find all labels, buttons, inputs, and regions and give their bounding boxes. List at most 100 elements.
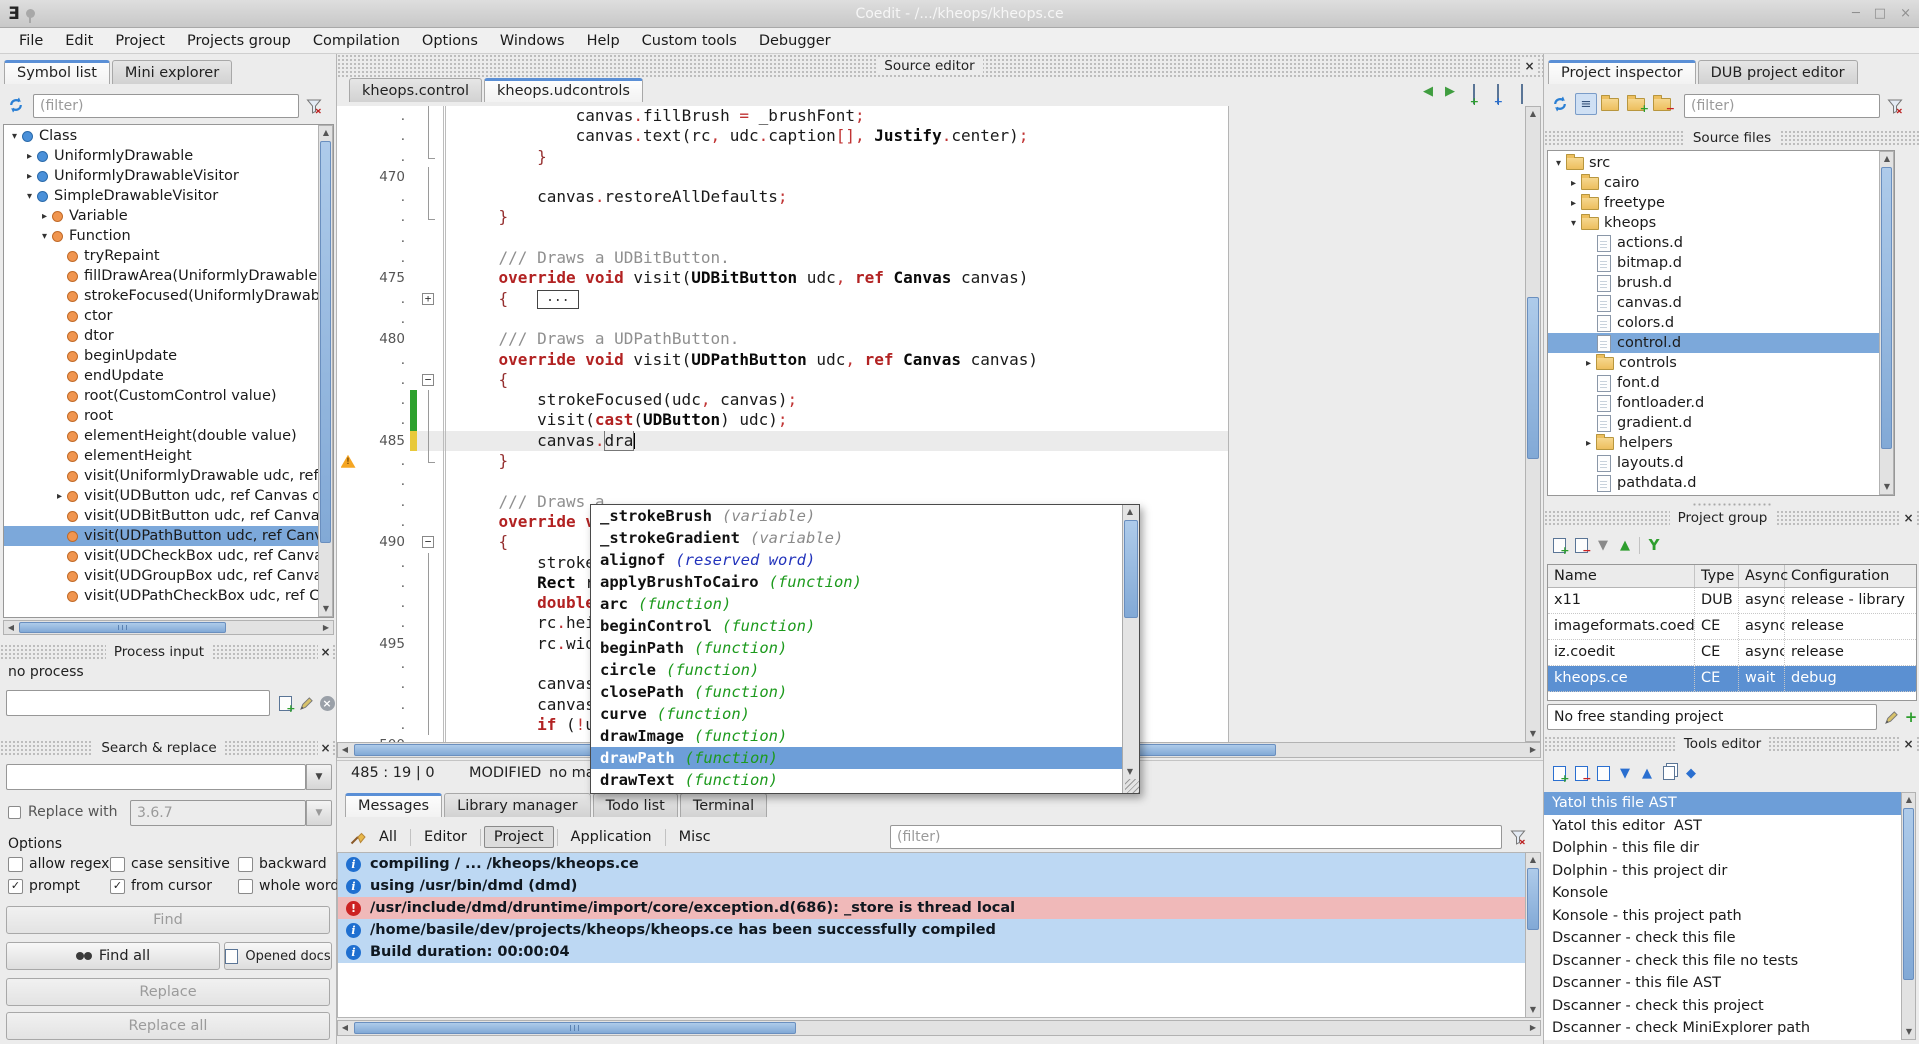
scroll-left-icon[interactable]: ◀ <box>338 1021 352 1035</box>
add-folder-icon[interactable]: + <box>1627 93 1649 115</box>
replace-combo[interactable]: 3.6.7 <box>130 800 306 826</box>
scroll-up-icon[interactable]: ▲ <box>319 126 333 140</box>
pin-tool-icon[interactable]: ◆ <box>1680 762 1702 784</box>
symbol-tree-item[interactable]: ▸UniformlyDrawable <box>4 146 318 166</box>
code-line[interactable]: 480 /// Draws a UDPathButton. <box>337 329 1228 349</box>
scroll-up-icon[interactable]: ▲ <box>1123 505 1137 519</box>
move-tool-up-icon[interactable]: ▲ <box>1636 762 1658 784</box>
code-line[interactable]: . canvas.text(rc, udc.caption[], Justify… <box>337 126 1228 146</box>
pen-icon[interactable] <box>295 692 317 714</box>
code-line[interactable]: !. } <box>337 451 1228 471</box>
completion-item[interactable]: _strokeGradient(variable) <box>591 527 1122 549</box>
collapse-icon[interactable]: ▾ <box>38 231 51 242</box>
menu-debugger[interactable]: Debugger <box>748 30 842 52</box>
scroll-up-icon[interactable]: ▲ <box>1880 152 1894 166</box>
tab-terminal[interactable]: Terminal <box>680 793 767 817</box>
menu-custom-tools[interactable]: Custom tools <box>631 30 748 52</box>
source-files-header[interactable]: Source files <box>1544 130 1919 146</box>
expand-icon[interactable]: ▸ <box>1582 358 1595 369</box>
scroll-right-icon[interactable]: ▶ <box>1526 1021 1540 1035</box>
move-project-up-icon[interactable]: ▲ <box>1614 534 1636 556</box>
scroll-down-icon[interactable]: ▼ <box>1880 480 1894 494</box>
messages-filter-input[interactable] <box>890 825 1502 849</box>
symbol-tree-vscrollbar[interactable]: ▲ ▼ <box>318 125 333 617</box>
option-allow-regex[interactable]: allow regex <box>8 856 109 872</box>
close-source-editor-icon[interactable]: × <box>1522 59 1537 74</box>
expand-icon[interactable]: ▸ <box>53 491 66 502</box>
message-row[interactable]: i/home/basile/dev/projects/kheops/kheops… <box>338 919 1525 941</box>
minimize-button[interactable]: ─ <box>1852 6 1860 21</box>
project-row[interactable]: kheops.ceCEwaitdebug <box>1548 666 1916 692</box>
file-tree-item[interactable]: gradient.d <box>1548 413 1879 433</box>
search-input[interactable] <box>6 764 306 790</box>
remove-folder-icon[interactable]: − <box>1653 93 1675 115</box>
expand-icon[interactable]: ▸ <box>23 151 36 162</box>
file-tree-item[interactable]: control.d <box>1548 333 1879 353</box>
message-row[interactable]: !/usr/include/dmd/druntime/import/core/e… <box>338 897 1525 919</box>
symbol-tree-item[interactable]: visit(UniformlyDrawable udc, ref C <box>4 466 318 486</box>
completion-item[interactable]: closePath(function) <box>591 681 1122 703</box>
symbol-tree-item[interactable]: ▸visit(UDButton udc, ref Canvas can <box>4 486 318 506</box>
fold-toggle-icon[interactable]: − <box>422 536 434 548</box>
tab-symbol-list[interactable]: Symbol list <box>4 60 110 84</box>
file-tree-item[interactable]: ▸controls <box>1548 353 1879 373</box>
scroll-thumb[interactable] <box>354 1022 796 1034</box>
symbol-tree-item[interactable]: elementHeight <box>4 446 318 466</box>
option-backward[interactable]: backward <box>238 856 327 872</box>
symbol-tree-item[interactable]: fillDrawArea(UniformlyDrawable ud <box>4 266 318 286</box>
tool-item[interactable]: Konsole - this project path <box>1544 905 1901 928</box>
edit-free-standing-icon[interactable] <box>1880 706 1902 728</box>
popup-scrollbar[interactable]: ▲ ▼ <box>1122 505 1139 793</box>
scroll-down-icon[interactable]: ▼ <box>319 602 333 616</box>
message-row[interactable]: icompiling / ... /kheops/kheops.ce <box>338 853 1525 875</box>
files-tree-vscrollbar[interactable]: ▲ ▼ <box>1879 151 1894 495</box>
symbol-tree-item[interactable]: beginUpdate <box>4 346 318 366</box>
scroll-left-icon[interactable]: ◀ <box>338 743 352 757</box>
menu-edit[interactable]: Edit <box>54 30 104 52</box>
project-group-header[interactable]: Project group × <box>1544 510 1919 526</box>
code-line[interactable]: . <box>337 309 1228 329</box>
scroll-right-icon[interactable]: ▶ <box>319 621 333 635</box>
project-row[interactable]: iz.coeditCEasyncrelease <box>1548 640 1916 666</box>
code-line[interactable]: . canvas.fillBrush = _brushFont; <box>337 106 1228 126</box>
process-input-header[interactable]: Process input × <box>0 644 337 660</box>
scroll-up-icon[interactable]: ▲ <box>1526 107 1540 121</box>
async-mode-icon[interactable]: Y <box>1643 534 1665 556</box>
scroll-down-icon[interactable]: ▼ <box>1123 765 1137 779</box>
close-process-input-icon[interactable]: × <box>318 645 333 660</box>
file-tree-item[interactable]: layouts.d <box>1548 453 1879 473</box>
symbol-tree-item[interactable]: visit(UDPathCheckBox udc, ref Can <box>4 586 318 606</box>
search-dropdown-icon[interactable]: ▼ <box>306 764 332 790</box>
file-tree-item[interactable]: ▾src <box>1548 153 1879 173</box>
tool-item[interactable]: Dscanner - check MiniExplorer path <box>1544 1017 1901 1040</box>
collapse-tree-icon[interactable]: ≡ <box>1575 93 1597 115</box>
resize-grip[interactable] <box>1125 779 1139 793</box>
clear-messages-icon[interactable] <box>347 826 369 848</box>
symbol-tree-item[interactable]: root <box>4 406 318 426</box>
refresh-icon[interactable] <box>1549 93 1571 115</box>
completion-item[interactable]: alignof(reserved word) <box>591 549 1122 571</box>
symbol-tree-item[interactable]: ▸Variable <box>4 206 318 226</box>
completion-item[interactable]: _strokeBrush(variable) <box>591 505 1122 527</box>
open-doc-icon[interactable]: + <box>1497 84 1499 104</box>
menu-windows[interactable]: Windows <box>489 30 576 52</box>
message-row[interactable]: iusing /usr/bin/dmd (dmd) <box>338 875 1525 897</box>
expand-icon[interactable]: ▸ <box>1567 198 1580 209</box>
option-whole-word[interactable]: whole word <box>238 878 339 894</box>
option-prompt[interactable]: ✓prompt <box>8 878 80 894</box>
symbol-tree-item[interactable]: ▸UniformlyDrawableVisitor <box>4 166 318 186</box>
tool-item[interactable]: Dscanner - check this file <box>1544 927 1901 950</box>
files-filter-input[interactable] <box>1684 94 1880 118</box>
symbol-tree-item[interactable]: visit(UDGroupBox udc, ref Canvas c <box>4 566 318 586</box>
file-tree-item[interactable]: fontloader.d <box>1548 393 1879 413</box>
file-tree-item[interactable]: bitmap.d <box>1548 253 1879 273</box>
scroll-down-icon[interactable]: ▼ <box>1526 1003 1540 1017</box>
expand-icon[interactable]: ▸ <box>23 171 36 182</box>
fold-toggle-icon[interactable]: + <box>422 293 434 305</box>
messages-filter-icon[interactable] <box>1507 826 1529 848</box>
symbol-filter-input[interactable] <box>33 94 299 118</box>
symbol-tree-hscrollbar[interactable]: ◀ ▶ <box>3 620 334 635</box>
scroll-thumb[interactable] <box>1527 297 1539 459</box>
completion-item[interactable]: arc(function) <box>591 593 1122 615</box>
symbol-tree-item[interactable]: visit(UDCheckBox udc, ref Canvas <box>4 546 318 566</box>
